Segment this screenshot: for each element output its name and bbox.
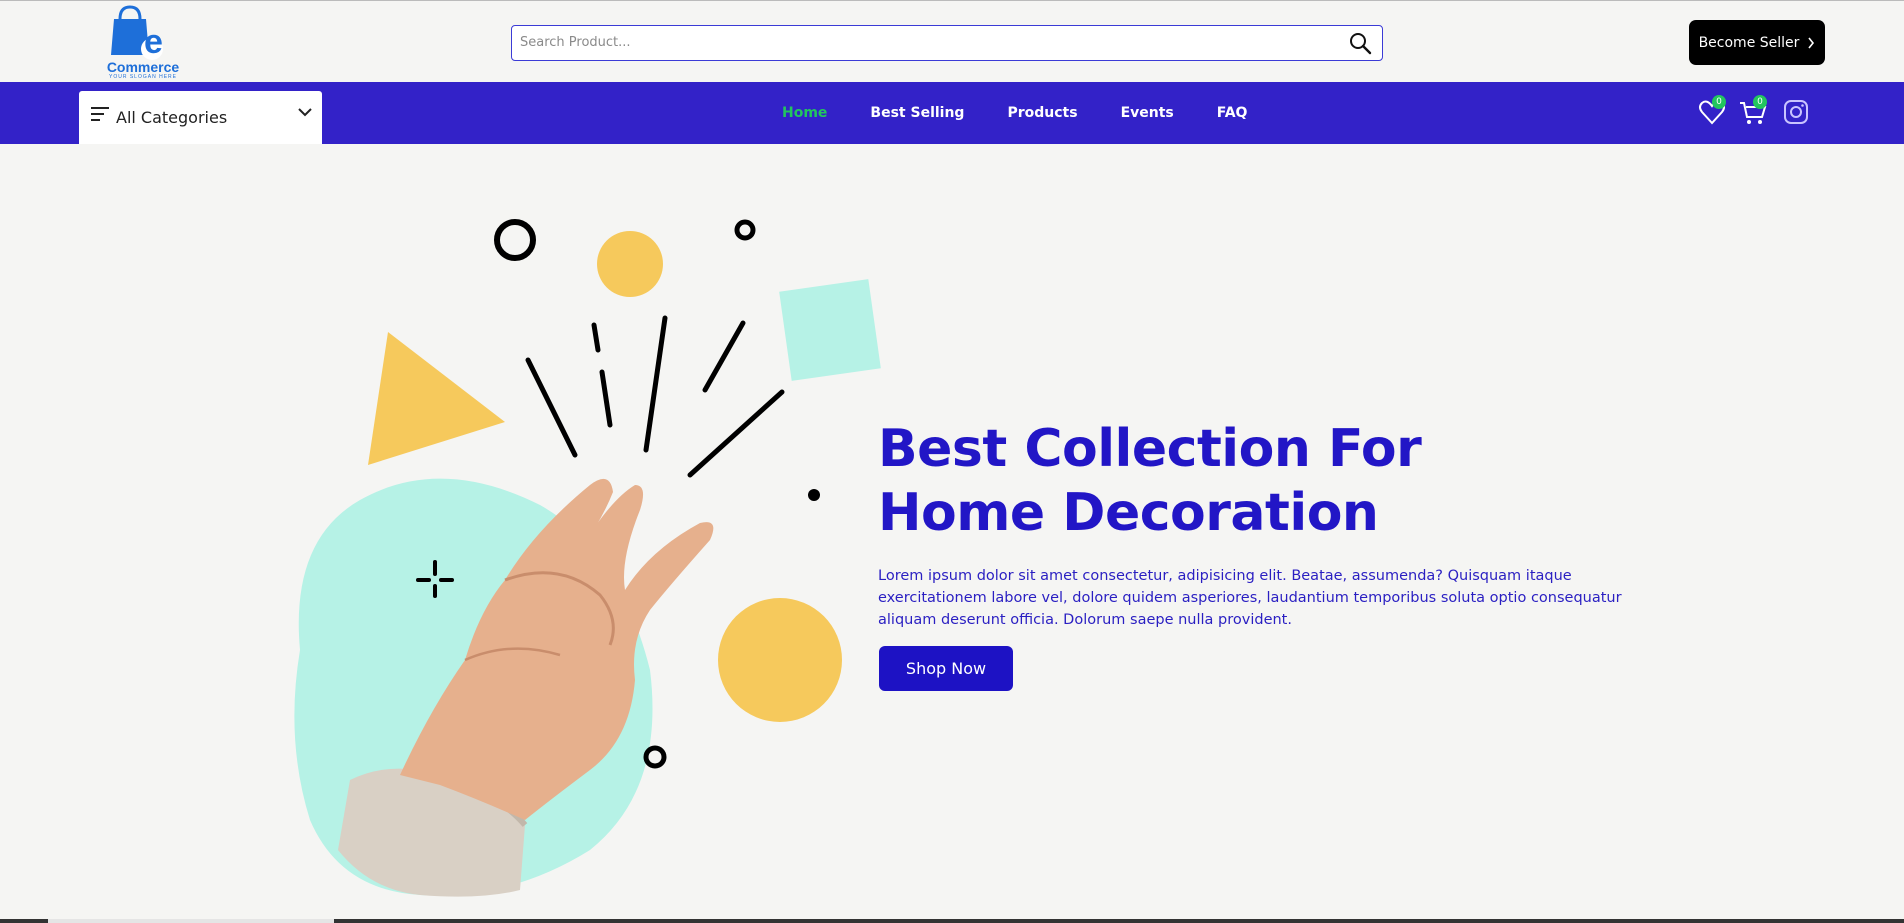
categories-label: All Categories <box>116 108 228 127</box>
search-icon[interactable] <box>1348 31 1372 55</box>
logo-letter: e <box>144 23 163 61</box>
nav-link-best-selling[interactable]: Best Selling <box>870 105 964 121</box>
logo-text: Commerce <box>106 59 180 75</box>
become-seller-button[interactable]: Become Seller <box>1689 20 1825 65</box>
search-bar <box>511 25 1383 61</box>
ring-bottom <box>643 745 667 769</box>
hero-text-block: Best Collection For Home Decoration Lore… <box>878 417 1638 631</box>
search-input[interactable] <box>512 26 1332 59</box>
chevron-down-icon <box>298 108 312 117</box>
triangle-shape <box>368 332 505 465</box>
burst-lines <box>525 315 785 478</box>
ring-small <box>734 219 756 241</box>
wishlist-count-badge: 0 <box>1712 95 1726 109</box>
nav-link-events[interactable]: Events <box>1121 105 1174 121</box>
wishlist-button[interactable]: 0 <box>1697 95 1727 127</box>
nav-link-products[interactable]: Products <box>1007 105 1077 121</box>
hero-description: Lorem ipsum dolor sit amet consectetur, … <box>878 568 1622 628</box>
top-header: e Commerce YOUR SLOGAN HERE Become Selle… <box>0 0 1904 82</box>
main-nav: All Categories Home Best Selling Product… <box>0 82 1904 144</box>
cart-button[interactable]: 0 <box>1738 95 1768 127</box>
become-seller-label: Become Seller <box>1698 34 1800 51</box>
hero-illustration <box>294 219 881 897</box>
ring-large <box>494 219 536 261</box>
chevron-right-icon <box>1808 37 1815 48</box>
instagram-icon <box>1784 100 1808 124</box>
square-shape <box>779 279 881 381</box>
bottom-bar <box>0 919 1904 923</box>
yellow-circle-small <box>597 231 663 297</box>
nav-links: Home Best Selling Products Events FAQ <box>782 82 1290 144</box>
nav-link-home[interactable]: Home <box>782 105 827 121</box>
instagram-button[interactable] <box>1781 97 1811 127</box>
hero-title: Best Collection For Home Decoration <box>878 417 1638 545</box>
nav-link-faq[interactable]: FAQ <box>1217 105 1248 121</box>
cart-count-badge: 0 <box>1753 95 1767 109</box>
hero-title-line1: Best Collection For <box>878 419 1422 479</box>
hero-title-line2: Home Decoration <box>878 483 1379 543</box>
yellow-circle-large <box>718 598 842 722</box>
shop-now-button[interactable]: Shop Now <box>879 646 1013 691</box>
menu-lines-icon <box>91 107 109 121</box>
dot <box>808 489 820 501</box>
logo-slogan: YOUR SLOGAN HERE <box>109 74 177 80</box>
all-categories-dropdown[interactable]: All Categories <box>79 91 322 144</box>
